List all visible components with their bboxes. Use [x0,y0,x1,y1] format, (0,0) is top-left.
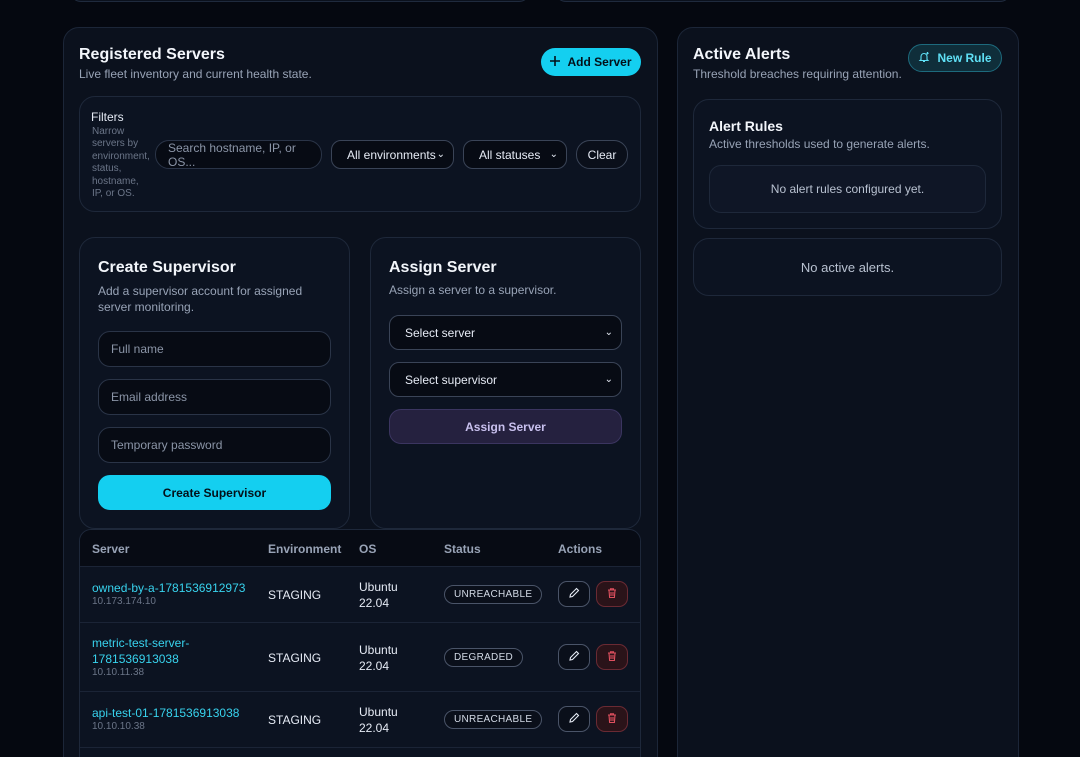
create-supervisor-header: Create Supervisor Add a supervisor accou… [98,259,338,315]
create-supervisor-title: Create Supervisor [98,259,236,276]
server-hostname-link[interactable]: api-test-01-1781536913038 [92,705,239,721]
status-badge: DEGRADED [444,648,524,667]
server-hostname-link[interactable]: owned-by-a-1781536912973 [92,580,245,596]
plus-icon [550,55,561,69]
table-row: metric-test-server- 1781536913038 10.10.1… [80,622,640,691]
create-supervisor-button[interactable]: Create Supervisor [98,475,331,510]
temporary-password-input[interactable]: Temporary password [98,427,331,463]
server-os-version: 22.04 [359,721,390,735]
servers-header: Registered Servers Live fleet inventory … [79,46,312,81]
chevron-down-icon: ⌄ [604,327,613,338]
server-environment: STAGING [268,588,322,602]
assign-server-header: Assign Server Assign a server to a super… [389,259,629,297]
table-row: owned-by-a-1781536912973 10.173.174.10 S… [80,566,640,622]
trash-icon [606,650,618,665]
server-hostname-part: metric-test-server- [92,636,190,650]
servers-subtitle: Live fleet inventory and current health … [79,67,312,81]
server-ip: 10.10.11.38 [92,667,145,678]
server-ip: 10.10.10.38 [92,721,145,732]
servers-table: Server Environment OS Status Actions own… [79,529,641,757]
assign-server-subtitle: Assign a server to a supervisor. [389,283,557,297]
status-select-value: All statuses [479,147,541,162]
new-rule-button[interactable]: New Rule [908,44,1002,72]
delete-server-button[interactable] [596,581,628,607]
environment-select[interactable]: All environments ⌄ [331,140,454,169]
filters-title: Filters [91,110,124,124]
add-server-button[interactable]: Add Server [541,48,641,76]
alerts-subtitle: Threshold breaches requiring attention. [693,67,902,81]
active-alerts-empty: No active alerts. [693,238,1002,296]
column-server: Server [92,542,130,556]
edit-server-button[interactable] [558,644,590,670]
server-os-name: Ubuntu [359,643,398,657]
server-os-version: 22.04 [359,596,390,610]
add-server-label: Add Server [567,55,632,69]
table-row [80,747,640,757]
column-environment: Environment [268,542,342,556]
server-select-value: Select server [405,325,476,340]
delete-server-button[interactable] [596,706,628,732]
alerts-header: Active Alerts Threshold breaches requiri… [693,46,902,81]
column-actions: Actions [558,542,603,556]
server-hostname-part: 1781536913038 [92,652,179,666]
delete-server-button[interactable] [596,644,628,670]
supervisor-select[interactable]: Select supervisor ⌄ [389,362,622,397]
server-os: Ubuntu 22.04 [359,704,398,736]
alerts-title: Active Alerts [693,46,791,63]
trash-icon [606,587,618,602]
environment-select-value: All environments [347,147,436,162]
server-environment: STAGING [268,713,322,727]
table-row: api-test-01-1781536913038 10.10.10.38 ST… [80,691,640,747]
edit-server-button[interactable] [558,581,590,607]
pencil-icon [568,650,580,665]
status-select[interactable]: All statuses ⌄ [463,140,567,169]
chevron-down-icon: ⌄ [549,149,558,160]
servers-title: Registered Servers [79,46,225,63]
alert-rules-empty: No alert rules configured yet. [709,165,986,213]
table-header: Server Environment OS Status Actions [80,530,640,566]
pencil-icon [568,587,580,602]
server-ip: 10.173.174.10 [92,596,156,607]
full-name-input[interactable]: Full name [98,331,331,367]
server-os-version: 22.04 [359,659,390,673]
server-select[interactable]: Select server ⌄ [389,315,622,350]
server-hostname-link[interactable]: metric-test-server- 1781536913038 [92,635,189,667]
new-rule-label: New Rule [937,51,992,65]
edit-server-button[interactable] [558,706,590,732]
filters-info: Filters Narrow servers by environment, s… [91,110,150,200]
alert-rules-title: Alert Rules [709,118,783,134]
alert-rules-header: Alert Rules Active thresholds used to ge… [709,118,930,151]
assign-server-title: Assign Server [389,259,497,276]
status-badge: UNREACHABLE [444,710,543,729]
email-input[interactable]: Email address [98,379,331,415]
assign-server-button[interactable]: Assign Server [389,409,622,444]
server-os: Ubuntu 22.04 [359,642,398,674]
server-os-name: Ubuntu [359,580,398,594]
server-os-name: Ubuntu [359,705,398,719]
bell-plus-icon [918,51,930,66]
top-card-left [70,0,530,2]
search-input[interactable]: Search hostname, IP, or OS... [155,140,322,169]
create-supervisor-subtitle: Add a supervisor account for assigned se… [98,284,303,314]
supervisor-select-value: Select supervisor [405,372,498,387]
column-status: Status [444,542,481,556]
trash-icon [606,712,618,727]
filters-description: Narrow servers by environment, status, h… [92,126,150,200]
top-card-right [555,0,1011,2]
column-os: OS [359,542,377,556]
chevron-down-icon: ⌄ [604,374,613,385]
pencil-icon [568,712,580,727]
chevron-down-icon: ⌄ [436,149,445,160]
server-environment: STAGING [268,651,322,665]
alert-rules-subtitle: Active thresholds used to generate alert… [709,137,930,151]
clear-filters-button[interactable]: Clear [576,140,628,169]
server-os: Ubuntu 22.04 [359,579,398,611]
status-badge: UNREACHABLE [444,585,543,604]
